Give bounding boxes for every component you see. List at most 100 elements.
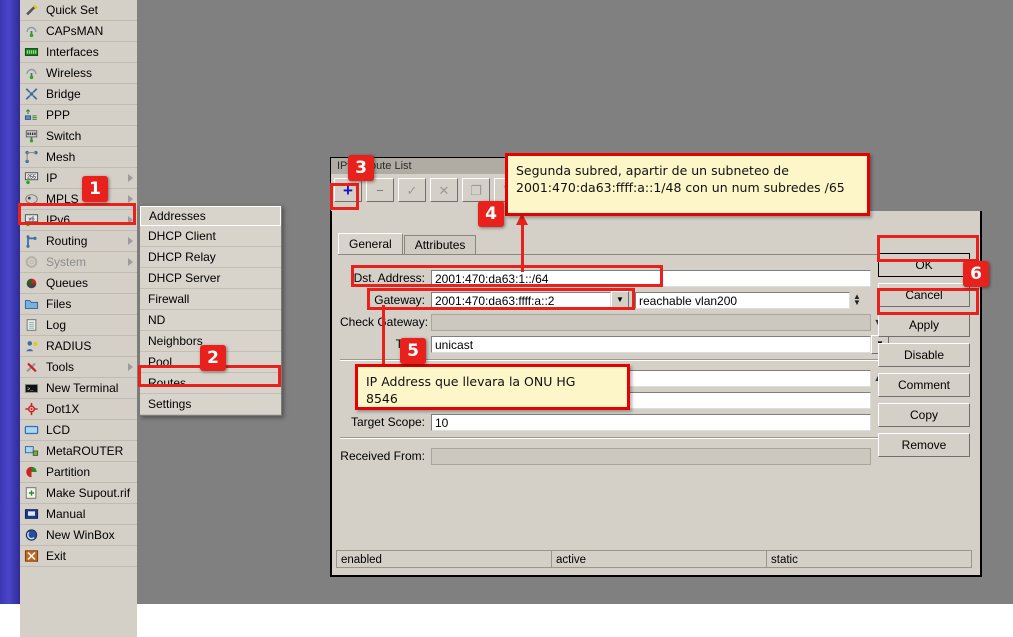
sidebar-item-label: Wireless <box>46 66 92 80</box>
sidebar-item-exit[interactable]: Exit <box>20 546 137 567</box>
sidebar-item-label: New Terminal <box>46 381 118 395</box>
submenu-item-nd[interactable]: ND <box>140 310 281 331</box>
comment-button[interactable]: ❐ <box>462 178 490 202</box>
apply-button[interactable]: Apply <box>878 313 970 337</box>
submenu-item-label: DHCP Relay <box>148 250 216 264</box>
sidebar-item-ppp[interactable]: PPP <box>20 105 137 126</box>
tab-attributes[interactable]: Attributes <box>404 235 477 255</box>
note2-line2: 8546 <box>366 390 619 407</box>
step-badge-4: 4 <box>478 201 504 227</box>
submenu-item-dhcp-server[interactable]: DHCP Server <box>140 268 281 289</box>
sidebar-item-mesh[interactable]: Mesh <box>20 147 137 168</box>
sidebar-item-label: Quick Set <box>46 3 98 17</box>
supout-icon <box>24 486 39 500</box>
sidebar-item-label: Routing <box>46 234 87 248</box>
disable-button[interactable]: ✕ <box>430 178 458 202</box>
step-badge-1: 1 <box>82 176 108 202</box>
sidebar-item-bridge[interactable]: Bridge <box>20 84 137 105</box>
remove-button[interactable]: − <box>366 178 394 202</box>
sidebar-item-lcd[interactable]: LCD <box>20 420 137 441</box>
copy-button[interactable]: Copy <box>878 403 970 427</box>
chevron-right-icon <box>128 174 133 182</box>
type-input[interactable]: unicast <box>431 336 871 353</box>
sidebar-item-ip[interactable]: 255 IP <box>20 168 137 189</box>
log-icon <box>24 318 39 332</box>
winbox-icon <box>24 528 39 542</box>
wand-icon <box>24 3 39 17</box>
received-from-input[interactable] <box>431 448 871 465</box>
dialog-tabs: GeneralAttributes <box>338 233 477 255</box>
sidebar-item-label: Bridge <box>46 87 81 101</box>
submenu-item-settings[interactable]: Settings <box>140 394 281 415</box>
sidebar-item-label: Files <box>46 297 71 311</box>
sidebar-item-label: Interfaces <box>46 45 99 59</box>
status-cell-enabled: enabled <box>336 550 551 568</box>
status-cell-static: static <box>766 550 972 568</box>
sidebar-item-metarouter[interactable]: MetaROUTER <box>20 441 137 462</box>
disable-button[interactable]: Disable <box>878 343 970 367</box>
sidebar-item-interfaces[interactable]: Interfaces <box>20 42 137 63</box>
sidebar-item-label: New WinBox <box>46 528 115 542</box>
sidebar-item-new-terminal[interactable]: >_ New Terminal <box>20 378 137 399</box>
sidebar-item-label: System <box>46 255 86 269</box>
sidebar-item-switch[interactable]: Switch <box>20 126 137 147</box>
tab-general[interactable]: General <box>338 233 403 255</box>
highlight-apply-button <box>877 288 979 315</box>
chevron-right-icon <box>128 195 133 203</box>
sidebar-item-label: Make Supout.rif <box>46 486 130 500</box>
sidebar-item-label: Partition <box>46 465 90 479</box>
lcd-icon <box>24 423 39 437</box>
enable-button[interactable]: ✓ <box>398 178 426 202</box>
routing-icon <box>24 234 39 248</box>
note2-line1: IP Address que llevara la ONU HG <box>366 373 619 390</box>
gateway-updown-icon[interactable]: ▲▼ <box>850 292 864 309</box>
sidebar-item-new-winbox[interactable]: New WinBox <box>20 525 137 546</box>
remove-button[interactable]: Remove <box>878 433 970 457</box>
sidebar-item-log[interactable]: Log <box>20 315 137 336</box>
sidebar-item-files[interactable]: Files <box>20 294 137 315</box>
highlight-dst-address <box>351 265 663 287</box>
sidebar-item-wireless[interactable]: Wireless <box>20 63 137 84</box>
step-badge-5: 5 <box>400 338 426 364</box>
sidebar-item-routing[interactable]: Routing <box>20 231 137 252</box>
metarouter-icon <box>24 444 39 458</box>
sidebar-item-label: Queues <box>46 276 88 290</box>
target-scope-input[interactable]: 10 <box>431 414 871 431</box>
dialog-status-bar: enabledactivestatic <box>336 550 972 568</box>
submenu-item-firewall[interactable]: Firewall <box>140 289 281 310</box>
comment-button[interactable]: Comment <box>878 373 970 397</box>
sidebar-item-system[interactable]: System <box>20 252 137 273</box>
sidebar-item-tools[interactable]: Tools <box>20 357 137 378</box>
submenu-item-addresses[interactable]: Addresses <box>140 206 281 226</box>
sidebar-item-capsman[interactable]: CAPsMAN <box>20 21 137 42</box>
sidebar-item-label: PPP <box>46 108 70 122</box>
submenu-item-dhcp-client[interactable]: DHCP Client <box>140 226 281 247</box>
field-row-check-gateway: Check Gateway: ▼ <box>340 313 885 331</box>
gateway-status-input[interactable]: reachable vlan200 <box>635 292 850 309</box>
target-scope-label: Target Scope: <box>340 415 431 429</box>
submenu-item-dhcp-relay[interactable]: DHCP Relay <box>140 247 281 268</box>
ip-255-icon: 255 <box>24 171 39 185</box>
sidebar-item-quick-set[interactable]: Quick Set <box>20 0 137 21</box>
received-from-label: Received From: <box>340 449 431 463</box>
sidebar-item-label: IP <box>46 171 57 185</box>
sidebar-item-dot1x[interactable]: Dot1X <box>20 399 137 420</box>
queues-icon <box>24 276 39 290</box>
sidebar-item-queues[interactable]: Queues <box>20 273 137 294</box>
check-gateway-input[interactable] <box>431 314 871 331</box>
check-gateway-label: Check Gateway: <box>340 315 431 329</box>
sidebar-item-label: Mesh <box>46 150 75 164</box>
sidebar-item-radius[interactable]: RADIUS <box>20 336 137 357</box>
terminal-icon: >_ <box>24 381 39 395</box>
sidebar-item-make-supout-rif[interactable]: Make Supout.rif <box>20 483 137 504</box>
sidebar-item-partition[interactable]: Partition <box>20 462 137 483</box>
sidebar-item-label: CAPsMAN <box>46 24 103 38</box>
antenna-icon <box>24 66 39 80</box>
exit-icon <box>24 549 39 563</box>
sidebar-item-label: Log <box>46 318 66 332</box>
folder-icon <box>24 297 39 311</box>
switch-icon <box>24 129 39 143</box>
note1-line1: Segunda subred, apartir de un subneteo d… <box>516 162 859 179</box>
sidebar-item-manual[interactable]: Manual <box>20 504 137 525</box>
partition-icon <box>24 465 39 479</box>
